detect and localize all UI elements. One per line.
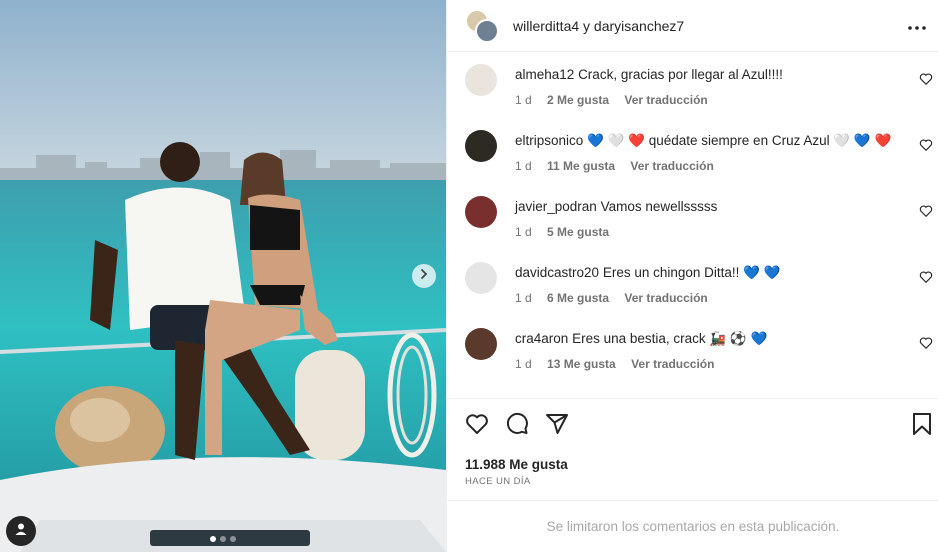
carousel-dot bbox=[230, 536, 236, 542]
see-translation-link[interactable]: Ver traducción bbox=[624, 291, 707, 305]
comment-body: davidcastro20 Eres un chingon Ditta!! 💙 … bbox=[515, 264, 781, 282]
avatar[interactable] bbox=[465, 130, 497, 162]
comment-meta: 1 d 2 Me gusta Ver traducción bbox=[515, 93, 720, 107]
action-bar bbox=[447, 398, 938, 454]
comments-limited-text: Se limitaron los comentarios en esta pub… bbox=[546, 519, 840, 534]
heart-icon[interactable] bbox=[919, 72, 933, 86]
comment-body: cra4aron Eres una bestia, crack 🚂 ⚽ 💙 bbox=[515, 330, 767, 348]
comment-time: 1 d bbox=[515, 93, 532, 107]
comment-likes[interactable]: 11 Me gusta bbox=[547, 159, 615, 173]
comment-time: 1 d bbox=[515, 159, 532, 173]
avatar[interactable] bbox=[475, 18, 499, 43]
comment-item: davidcastro20 Eres un chingon Ditta!! 💙 … bbox=[465, 250, 938, 310]
collab-avatars[interactable] bbox=[465, 8, 501, 43]
user-tag-button[interactable] bbox=[6, 516, 36, 546]
chevron-right-icon bbox=[418, 267, 430, 285]
comment-body: almeha12 Crack, gracias por llegar al Az… bbox=[515, 66, 783, 84]
heart-icon[interactable] bbox=[919, 270, 933, 284]
comment-button[interactable] bbox=[504, 412, 530, 441]
comment-item: almeha12 Crack, gracias por llegar al Az… bbox=[465, 52, 938, 112]
comment-time: 1 d bbox=[515, 291, 532, 305]
comment-meta: 1 d 6 Me gusta Ver traducción bbox=[515, 291, 720, 305]
heart-icon[interactable] bbox=[919, 204, 933, 218]
comments-limited-notice: Se limitaron los comentarios en esta pub… bbox=[447, 500, 938, 552]
share-button[interactable] bbox=[544, 413, 570, 439]
comment-item: cra4aron Eres una bestia, crack 🚂 ⚽ 💙 1 … bbox=[465, 316, 938, 376]
comment-body: javier_podran Vamos newellsssss bbox=[515, 198, 717, 216]
avatar[interactable] bbox=[465, 64, 497, 96]
comment-likes[interactable]: 13 Me gusta bbox=[547, 357, 616, 371]
post-time[interactable]: HACE UN DÍA bbox=[465, 476, 531, 487]
photo-scene bbox=[0, 0, 446, 552]
comment-time: 1 d bbox=[515, 357, 532, 371]
comment-text: 💙 🤍 ❤️ quédate siempre en Cruz Azul 🤍 💙 … bbox=[587, 133, 892, 148]
comment-username[interactable]: davidcastro20 bbox=[515, 265, 599, 280]
heart-icon[interactable] bbox=[919, 138, 933, 152]
carousel-dot-active bbox=[210, 536, 216, 542]
user-tag-icon bbox=[14, 522, 28, 541]
comment-item: eltripsonico 💙 🤍 ❤️ quédate siempre en C… bbox=[465, 118, 938, 178]
more-horizontal-icon bbox=[908, 17, 926, 35]
bookmark-icon bbox=[911, 412, 933, 441]
carousel-dot bbox=[220, 536, 226, 542]
comment-bubble-icon bbox=[505, 412, 529, 441]
comment-text: Eres un chingon Ditta!! 💙 💙 bbox=[602, 265, 781, 280]
comment-time: 1 d bbox=[515, 225, 532, 239]
post-header: willerditta4 y daryisanchez7 bbox=[447, 0, 938, 52]
heart-icon[interactable] bbox=[919, 336, 933, 350]
likes-count[interactable]: 11.988 Me gusta bbox=[465, 457, 568, 472]
see-translation-link[interactable]: Ver traducción bbox=[631, 357, 714, 371]
comment-text: Vamos newellsssss bbox=[600, 199, 718, 214]
comment-likes[interactable]: 2 Me gusta bbox=[547, 93, 609, 107]
comment-meta: 1 d 5 Me gusta bbox=[515, 225, 621, 239]
avatar[interactable] bbox=[465, 196, 497, 228]
comment-username[interactable]: almeha12 bbox=[515, 67, 574, 82]
heart-icon bbox=[465, 412, 489, 441]
comment-username[interactable]: eltripsonico bbox=[515, 133, 583, 148]
see-translation-link[interactable]: Ver traducción bbox=[624, 93, 707, 107]
avatar[interactable] bbox=[465, 328, 497, 360]
post-photo[interactable] bbox=[0, 0, 446, 552]
comment-item: javier_podran Vamos newellsssss 1 d 5 Me… bbox=[465, 184, 938, 244]
avatar[interactable] bbox=[465, 262, 497, 294]
comment-username[interactable]: cra4aron bbox=[515, 331, 568, 346]
more-options-button[interactable] bbox=[905, 14, 929, 38]
comment-text: Eres una bestia, crack 🚂 ⚽ 💙 bbox=[572, 331, 768, 346]
comment-meta: 1 d 11 Me gusta Ver traducción bbox=[515, 159, 726, 173]
save-button[interactable] bbox=[909, 412, 935, 441]
post-panel: willerditta4 y daryisanchez7 almeha12 Cr… bbox=[446, 0, 938, 552]
see-translation-link[interactable]: Ver traducción bbox=[630, 159, 713, 173]
post-authors[interactable]: willerditta4 y daryisanchez7 bbox=[513, 18, 684, 34]
comment-likes[interactable]: 5 Me gusta bbox=[547, 225, 609, 239]
comment-text: Crack, gracias por llegar al Azul!!!! bbox=[578, 67, 783, 82]
paper-plane-icon bbox=[545, 412, 569, 441]
carousel-next-button[interactable] bbox=[412, 264, 436, 288]
comment-body: eltripsonico 💙 🤍 ❤️ quédate siempre en C… bbox=[515, 132, 891, 150]
carousel-dots bbox=[0, 536, 446, 542]
like-button[interactable] bbox=[464, 413, 490, 439]
comment-likes[interactable]: 6 Me gusta bbox=[547, 291, 609, 305]
comment-meta: 1 d 13 Me gusta Ver traducción bbox=[515, 357, 726, 371]
comment-username[interactable]: javier_podran bbox=[515, 199, 597, 214]
comments-list: almeha12 Crack, gracias por llegar al Az… bbox=[447, 52, 938, 398]
